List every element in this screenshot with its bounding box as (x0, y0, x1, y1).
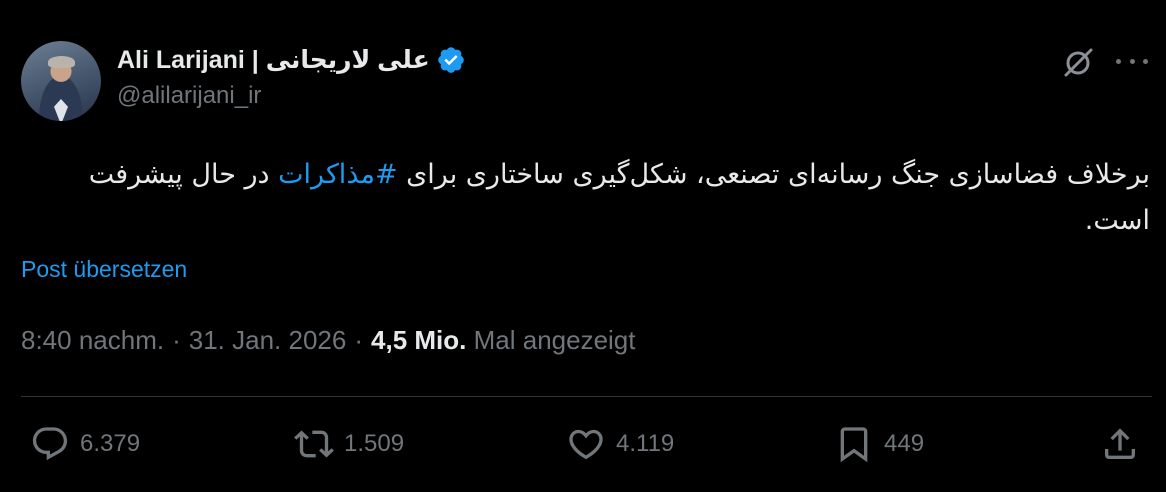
reply-count: 6.379 (80, 430, 141, 457)
like-count: 4.119 (616, 430, 675, 457)
repost-icon (294, 430, 334, 458)
reply-icon (32, 427, 68, 461)
avatar-shirt (54, 99, 68, 121)
action-bar: 6.379 1.509 4.119 449 (28, 418, 1148, 470)
share-icon (1105, 428, 1135, 459)
share-button[interactable] (1100, 418, 1140, 470)
like-icon (569, 429, 603, 460)
meta-separator: · (354, 325, 364, 355)
more-dot (1129, 58, 1135, 64)
repost-button[interactable]: 1.509 (294, 418, 404, 470)
like-button[interactable]: 4.119 (566, 418, 674, 470)
bookmark-button[interactable]: 449 (834, 418, 924, 470)
meta-separator: · (172, 325, 181, 355)
avatar-hair (48, 56, 75, 68)
tweet-text-part: برخلاف فضاسازی جنگ رسانه‌ای تصنعی، شکل‌گ… (397, 159, 1150, 190)
more-dot (1143, 58, 1148, 64)
author-name-row: Ali Larijani | علی لاریجانی (117, 44, 466, 76)
translate-link[interactable]: Post übersetzen (21, 256, 187, 283)
views-label: Mal angezeigt (473, 325, 636, 355)
tweet-text: برخلاف فضاسازی جنگ رسانه‌ای تصنعی، شکل‌گ… (40, 152, 1150, 244)
tweet-date[interactable]: 31. Jan. 2026 (189, 325, 347, 355)
author-avatar[interactable] (21, 41, 101, 121)
divider (21, 396, 1152, 397)
grok-icon[interactable] (1060, 44, 1096, 80)
views-count[interactable]: 4,5 Mio. (371, 325, 466, 355)
repost-count: 1.509 (344, 430, 405, 457)
more-dot (1116, 58, 1121, 64)
author-display-name[interactable]: Ali Larijani | علی لاریجانی (117, 45, 430, 75)
author-handle[interactable]: @alilarijani_ir (117, 82, 261, 110)
more-icon[interactable] (1116, 48, 1148, 74)
tweet-time[interactable]: 8:40 nachm. (21, 325, 164, 355)
reply-button[interactable]: 6.379 (30, 418, 140, 470)
verified-badge-icon[interactable] (436, 45, 466, 75)
bookmark-count: 449 (884, 430, 925, 457)
hashtag-link[interactable]: #مذاکرات (278, 159, 397, 190)
tweet-meta: 8:40 nachm. · 31. Jan. 2026 · 4,5 Mio. Mal a… (21, 325, 636, 356)
bookmark-icon (840, 427, 868, 463)
